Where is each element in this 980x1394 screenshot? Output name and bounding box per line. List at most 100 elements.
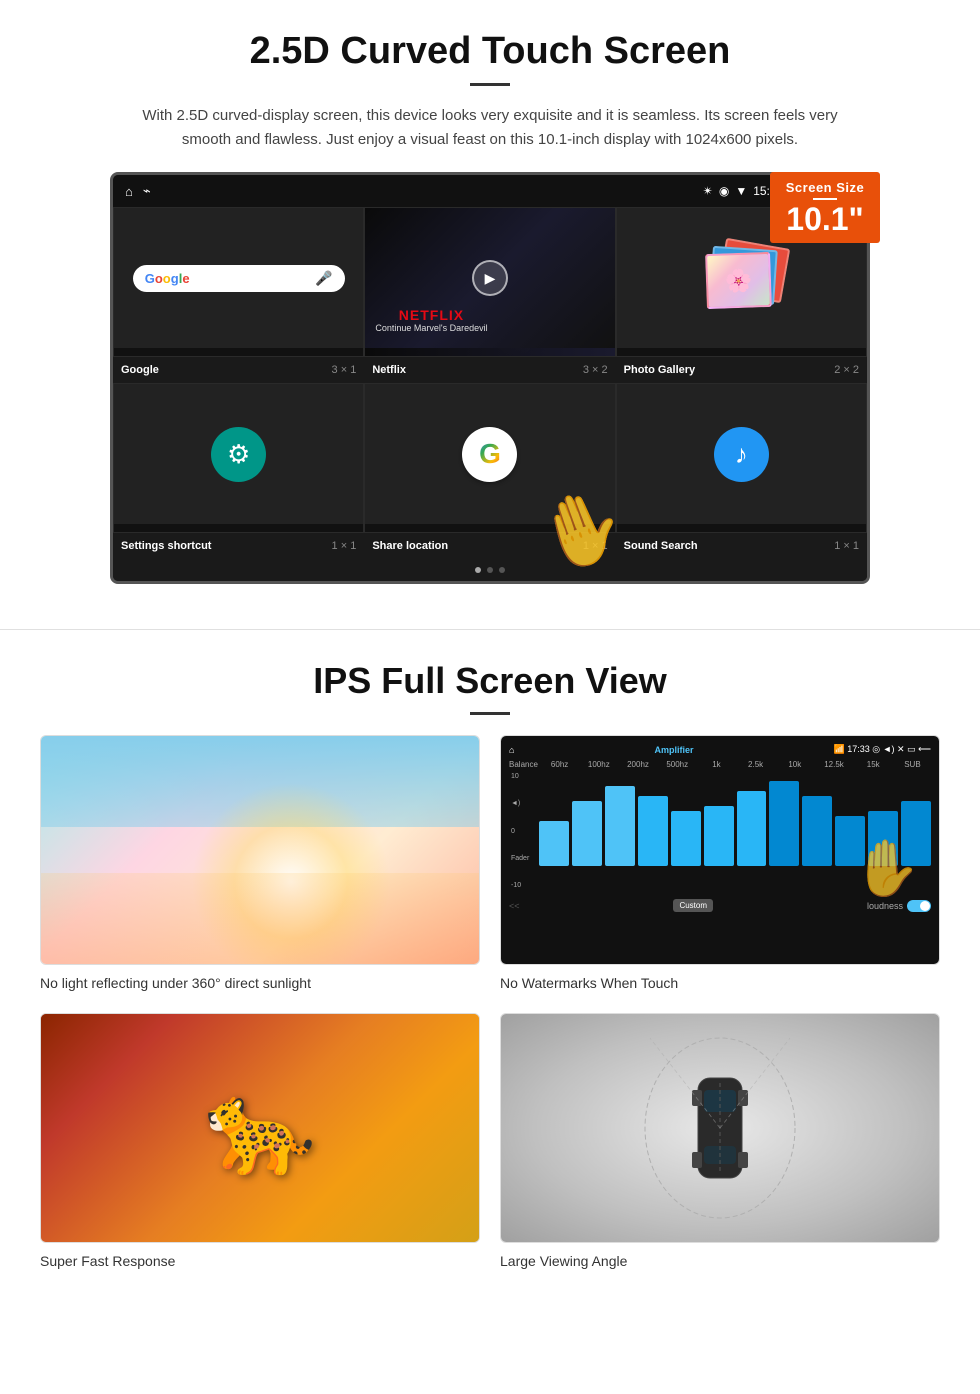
section-curved-screen: 2.5D Curved Touch Screen With 2.5D curve…	[0, 0, 980, 609]
touch-hand-icon: ✋	[853, 836, 921, 901]
app-cell-sound[interactable]: ♪	[616, 383, 867, 533]
play-button[interactable]: ▶	[472, 260, 508, 296]
maps-icon: G	[462, 427, 517, 482]
amp-custom-button[interactable]: Custom	[673, 899, 713, 912]
settings-label: Settings shortcut	[121, 540, 211, 552]
device-mockup: Screen Size 10.1" ⌂ ⌁ ✴ ◉ ▼ 15:06 ◎ ◄) ✕	[110, 172, 870, 584]
feature-image-watermark: ⌂ Amplifier 📶 17:33 ◎ ◄) ✕ ▭ ⟵ Balance 6…	[500, 735, 940, 965]
speaker-icon: ◄)	[511, 800, 520, 807]
amp-header: ⌂ Amplifier 📶 17:33 ◎ ◄) ✕ ▭ ⟵	[509, 744, 931, 755]
eq-bar-4	[671, 811, 701, 866]
section-divider	[0, 629, 980, 630]
photo-card-3: 🌸	[705, 252, 772, 309]
gear-icon: ⚙	[227, 439, 250, 470]
netflix-title: NETFLIX	[375, 307, 487, 323]
netflix-content: NETFLIX Continue Marvel's Daredevil	[375, 307, 487, 333]
car-image	[501, 1014, 939, 1242]
google-label: Google	[121, 364, 159, 376]
share-label: Share location	[372, 540, 448, 552]
page-dot-1	[475, 567, 481, 573]
google-logo: Google	[145, 271, 190, 286]
app-label-row2: Settings shortcut 1 × 1 Share location 1…	[113, 533, 867, 559]
section1-title: 2.5D Curved Touch Screen	[60, 30, 920, 73]
google-search-bar[interactable]: Google 🎤	[133, 265, 345, 292]
eq-bar-5	[704, 806, 734, 866]
netflix-cell-inner: ▶ NETFLIX Continue Marvel's Daredevil	[365, 208, 614, 348]
badge-size: 10.1"	[784, 203, 866, 235]
app-label-sound: Sound Search 1 × 1	[616, 537, 867, 555]
section1-description: With 2.5D curved-display screen, this de…	[140, 104, 840, 152]
feature-label-response: Super Fast Response	[40, 1251, 480, 1271]
section2-title-underline	[470, 712, 510, 715]
amp-arrows: <<	[509, 901, 520, 911]
app-label-row1: Google 3 × 1 Netflix 3 × 2 Photo Gallery…	[113, 357, 867, 383]
app-label-settings: Settings shortcut 1 × 1	[113, 537, 364, 555]
car-svg	[640, 1028, 800, 1228]
eq-bar-3	[638, 796, 668, 866]
feature-label-angle: Large Viewing Angle	[500, 1251, 940, 1271]
location-icon: ◉	[719, 184, 729, 198]
sound-cell-inner: ♪	[617, 384, 866, 524]
loudness-label: loudness	[867, 901, 903, 911]
google-cell-inner: Google 🎤	[114, 208, 363, 348]
status-left: ⌂ ⌁	[125, 183, 151, 199]
features-grid: No light reflecting under 360° direct su…	[40, 735, 940, 1271]
feature-watermark: ⌂ Amplifier 📶 17:33 ◎ ◄) ✕ ▭ ⟵ Balance 6…	[500, 735, 940, 993]
cheetah-emoji: 🐆	[204, 1076, 316, 1181]
sound-icon-circle: ♪	[714, 427, 769, 482]
amp-icons: 📶 17:33 ◎ ◄) ✕ ▭ ⟵	[834, 744, 931, 755]
app-cell-netflix[interactable]: ▶ NETFLIX Continue Marvel's Daredevil	[364, 207, 615, 357]
amp-title: Amplifier	[654, 745, 693, 755]
screen-size-badge: Screen Size 10.1"	[770, 172, 880, 243]
netflix-label: Netflix	[372, 364, 406, 376]
settings-size: 1 × 1	[332, 540, 357, 552]
mic-icon: 🎤	[315, 270, 332, 287]
feature-label-watermark: No Watermarks When Touch	[500, 973, 940, 993]
sound-size: 1 × 1	[834, 540, 859, 552]
gallery-label: Photo Gallery	[624, 364, 696, 376]
amp-y-labels: 10 ◄) 0 Fader -10	[509, 771, 537, 891]
feature-label-sunlight: No light reflecting under 360° direct su…	[40, 973, 480, 993]
gallery-size: 2 × 2	[834, 364, 859, 376]
google-size: 3 × 1	[332, 364, 357, 376]
section-ips-view: IPS Full Screen View No light reflecting…	[0, 650, 980, 1291]
bluetooth-icon: ✴	[703, 184, 713, 198]
amp-home-icon: ⌂	[509, 745, 514, 755]
feature-sunlight: No light reflecting under 360° direct su…	[40, 735, 480, 993]
app-cell-share[interactable]: G 🤚	[364, 383, 615, 533]
status-bar: ⌂ ⌁ ✴ ◉ ▼ 15:06 ◎ ◄) ✕ ▭	[113, 175, 867, 207]
page-dot-2	[487, 567, 493, 573]
eq-bar-0	[539, 821, 569, 866]
home-icon: ⌂	[125, 184, 133, 199]
badge-underline	[813, 198, 837, 200]
eq-bar-7	[769, 781, 799, 866]
device-screen: ⌂ ⌁ ✴ ◉ ▼ 15:06 ◎ ◄) ✕ ▭	[110, 172, 870, 584]
app-cell-settings[interactable]: ⚙	[113, 383, 364, 533]
feature-response: 🐆 Super Fast Response	[40, 1013, 480, 1271]
app-cell-google[interactable]: Google 🎤	[113, 207, 364, 357]
toggle-knob	[920, 901, 930, 911]
amp-freq-labels: Balance 60hz 100hz 200hz 500hz 1k 2.5k 1…	[509, 760, 931, 769]
amp-loudness-control: loudness	[867, 900, 931, 912]
settings-cell-inner: ⚙	[114, 384, 363, 524]
sky-image	[41, 736, 479, 964]
loudness-toggle[interactable]	[907, 900, 931, 912]
amp-eq-section: 10 ◄) 0 Fader -10 ✋	[509, 771, 931, 891]
netflix-subtitle: Continue Marvel's Daredevil	[375, 323, 487, 333]
feature-image-sunlight	[40, 735, 480, 965]
app-label-gallery: Photo Gallery 2 × 2	[616, 361, 867, 379]
photo-stack: 🌸	[701, 238, 781, 318]
music-note-icon: ♪	[735, 439, 748, 470]
amplifier-ui: ⌂ Amplifier 📶 17:33 ◎ ◄) ✕ ▭ ⟵ Balance 6…	[501, 736, 939, 964]
netflix-size: 3 × 2	[583, 364, 608, 376]
eq-bar-8	[802, 796, 832, 866]
wifi-icon: ▼	[735, 184, 747, 198]
eq-bar-2	[605, 786, 635, 866]
eq-bar-1	[572, 801, 602, 866]
settings-icon-circle: ⚙	[211, 427, 266, 482]
badge-title: Screen Size	[784, 180, 866, 195]
feature-image-angle	[500, 1013, 940, 1243]
page-dot-3	[499, 567, 505, 573]
feature-angle: Large Viewing Angle	[500, 1013, 940, 1271]
app-label-google: Google 3 × 1	[113, 361, 364, 379]
